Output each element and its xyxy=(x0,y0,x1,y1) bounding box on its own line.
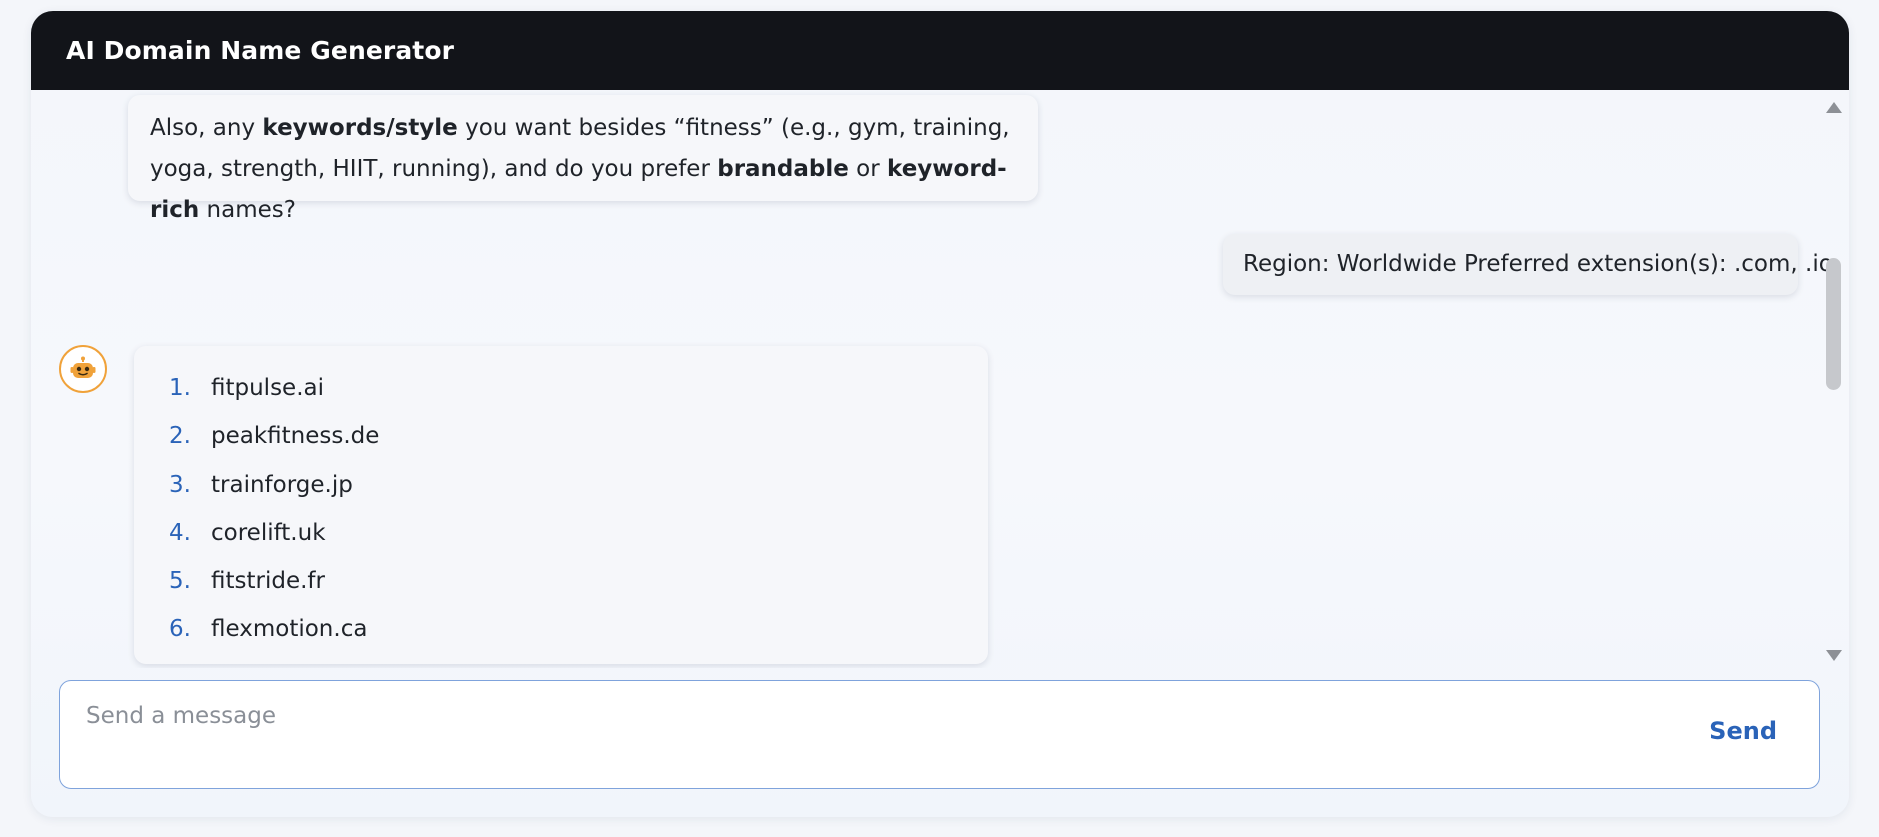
scroll-up-arrow-icon[interactable] xyxy=(1826,102,1842,113)
bot-message: Also, any keywords/style you want beside… xyxy=(128,95,1038,223)
chat-window: AI Domain Name Generator Also, any keywo… xyxy=(31,11,1849,817)
message-list[interactable]: Also, any keywords/style you want beside… xyxy=(31,90,1849,668)
robot-icon xyxy=(70,356,96,378)
bot-avatar xyxy=(59,345,107,393)
bot-message-text: Also, any xyxy=(150,115,263,141)
title-bar: AI Domain Name Generator xyxy=(31,11,1849,90)
domain-name: corelift.uk xyxy=(211,519,326,546)
bot-message-bold: keywords/style xyxy=(262,115,458,141)
app-title: AI Domain Name Generator xyxy=(66,36,455,65)
list-item-number: 1. xyxy=(169,375,191,401)
list-item-number: 6. xyxy=(169,616,191,643)
list-item-number: 5. xyxy=(169,568,191,595)
domain-name: trainforge.jp xyxy=(211,471,353,498)
list-item: 3. trainforge.jp xyxy=(134,461,988,509)
domain-name: fitstride.fr xyxy=(211,568,325,595)
send-button[interactable]: Send xyxy=(1709,717,1777,745)
domain-name: fitpulse.ai xyxy=(211,375,325,401)
domain-name: flexmotion.ca xyxy=(211,616,368,643)
list-item-number: 4. xyxy=(169,519,191,546)
scroll-down-arrow-icon[interactable] xyxy=(1826,650,1842,661)
list-item: 6. flexmotion.ca xyxy=(134,605,988,653)
user-message: Region: Worldwide Preferred extension(s)… xyxy=(1223,234,1833,295)
user-message-text: Region: Worldwide Preferred extension(s)… xyxy=(1243,251,1833,277)
bot-message-text: names? xyxy=(199,197,296,223)
message-composer: Send xyxy=(59,680,1820,789)
list-item: 2. peakfitness.de xyxy=(134,412,988,460)
list-item-number: 2. xyxy=(169,423,191,450)
list-item: 5. fitstride.fr xyxy=(134,557,988,605)
list-item-number: 3. xyxy=(169,471,191,498)
message-input[interactable] xyxy=(84,695,1688,737)
list-item: 4. corelift.uk xyxy=(134,509,988,557)
domain-list: 1. fitpulse.ai 2. peakfitness.de 3. trai… xyxy=(134,364,988,654)
domain-name: peakfitness.de xyxy=(211,423,380,450)
list-item: 1. fitpulse.ai xyxy=(134,364,988,412)
bot-message-bold: brandable xyxy=(717,156,849,182)
bot-message-domain-list: 1. fitpulse.ai 2. peakfitness.de 3. trai… xyxy=(134,346,988,664)
scrollbar-thumb[interactable] xyxy=(1826,258,1841,390)
bot-message-text: or xyxy=(848,156,888,182)
